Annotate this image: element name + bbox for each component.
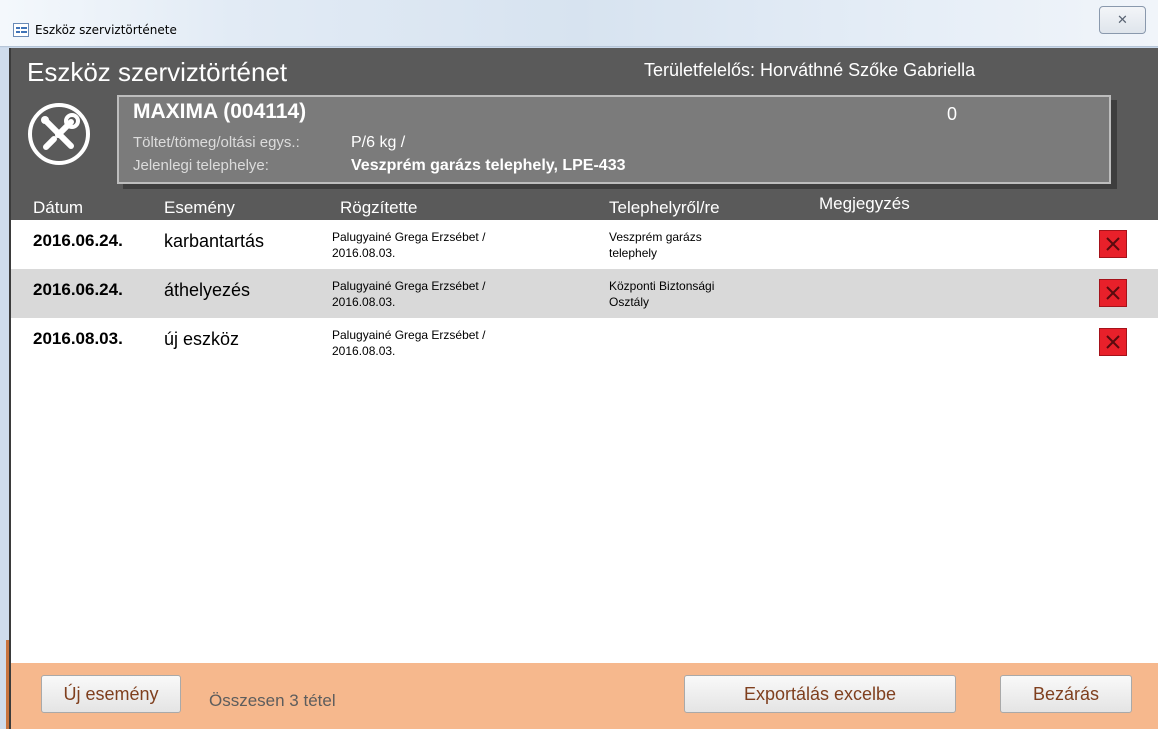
total-count-label: Összesen 3 tétel (209, 691, 336, 710)
column-header-recorded-by: Rögzítette (340, 198, 418, 217)
row-event: karbantartás (164, 231, 265, 251)
delete-row-button[interactable] (1099, 279, 1127, 307)
tools-icon (28, 103, 90, 165)
row-recorded-by: Palugyainé Grega Erzsébet / 2016.08.03. (332, 278, 562, 310)
recorded-by-name: Palugyainé Grega Erzsébet / (332, 230, 486, 244)
window: Eszköz szerviztörténete ✕ Eszköz szerviz… (0, 0, 1158, 729)
location-line: Veszprém garázs (609, 230, 702, 244)
fill-value: P/6 kg / (351, 134, 406, 151)
column-header-location: Telephelyről/re (609, 198, 720, 217)
close-icon: ✕ (1117, 12, 1128, 27)
table-row[interactable]: 2016.08.03. új eszköz Palugyainé Grega E… (11, 318, 1158, 367)
row-recorded-by: Palugyainé Grega Erzsébet / 2016.08.03. (332, 327, 562, 359)
column-header-event: Esemény (164, 198, 235, 217)
location-line: Osztály (609, 295, 650, 309)
close-form-button[interactable]: Bezárás (1000, 675, 1132, 713)
location-value: Veszprém garázs telephely, LPE-433 (351, 157, 626, 174)
location-line: Központi Biztonsági (609, 279, 715, 293)
row-date: 2016.08.03. (33, 329, 123, 348)
window-title: Eszköz szerviztörténete (35, 23, 177, 37)
row-event: új eszköz (164, 329, 240, 349)
export-excel-button[interactable]: Exportálás excelbe (684, 675, 956, 713)
form-title: Eszköz szerviztörténet (27, 57, 288, 87)
form-client-area: Eszköz szerviztörténet Területfelelős: H… (9, 48, 1158, 729)
table-row[interactable]: 2016.06.24. karbantartás Palugyainé Greg… (11, 220, 1158, 269)
row-date: 2016.06.24. (33, 231, 123, 250)
recorded-by-date: 2016.08.03. (332, 344, 396, 358)
recorded-by-name: Palugyainé Grega Erzsébet / (332, 328, 486, 342)
recorded-by-date: 2016.08.03. (332, 295, 396, 309)
row-event: áthelyezés (164, 280, 251, 300)
delete-icon (1106, 286, 1120, 300)
device-count: 0 (947, 104, 958, 124)
new-event-button[interactable]: Új esemény (41, 675, 181, 713)
recorded-by-name: Palugyainé Grega Erzsébet / (332, 279, 486, 293)
table-row[interactable]: 2016.06.24. áthelyezés Palugyainé Grega … (11, 269, 1158, 318)
location-label: Jelenlegi telephelye: (133, 157, 269, 174)
recorded-by-date: 2016.08.03. (332, 246, 396, 260)
window-left-border (0, 48, 9, 729)
delete-row-button[interactable] (1099, 328, 1127, 356)
device-info-card: MAXIMA (004114) 0 Töltet/tömeg/oltási eg… (117, 95, 1111, 184)
row-recorded-by: Palugyainé Grega Erzsébet / 2016.08.03. (332, 229, 562, 261)
column-header-note: Megjegyzés (819, 194, 910, 213)
fill-label: Töltet/tömeg/oltási egys.: (133, 134, 300, 151)
location-line: telephely (609, 246, 658, 260)
device-name: MAXIMA (004114) (133, 100, 307, 123)
window-close-button[interactable]: ✕ (1099, 6, 1146, 34)
row-date: 2016.06.24. (33, 280, 123, 299)
delete-row-button[interactable] (1099, 230, 1127, 258)
delete-icon (1106, 237, 1120, 251)
row-location: Központi Biztonsági Osztály (609, 278, 769, 310)
row-location: Veszprém garázs telephely (609, 229, 769, 261)
form-icon (13, 23, 29, 37)
title-bar: Eszköz szerviztörténete ✕ (0, 0, 1158, 47)
form-header: Eszköz szerviztörténet Területfelelős: H… (11, 48, 1158, 220)
form-footer: Új esemény Összesen 3 tétel Exportálás e… (11, 663, 1158, 729)
column-header-date: Dátum (33, 198, 84, 217)
delete-icon (1106, 335, 1120, 349)
area-manager-label: Területfelelős: Horváthné Szőke Gabriell… (644, 60, 976, 80)
